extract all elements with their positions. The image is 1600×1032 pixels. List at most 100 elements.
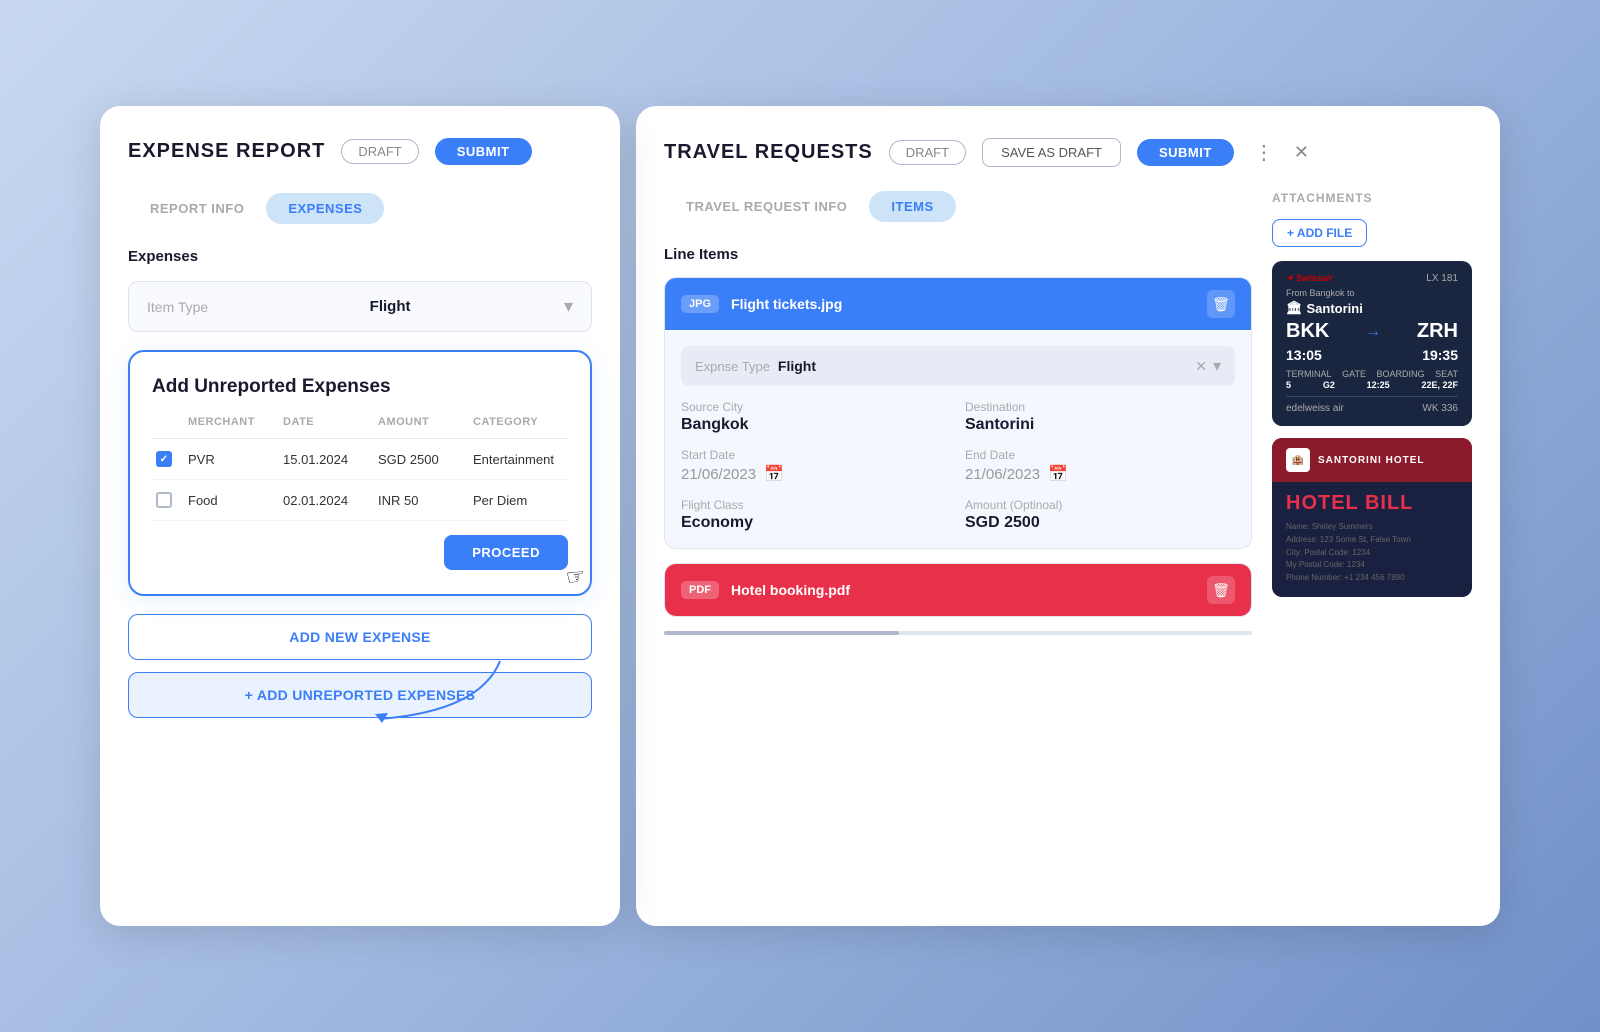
flight-line-item-card: JPG Flight tickets.jpg 🗑 Expnse Type Fli… <box>664 277 1252 549</box>
amount-value: SGD 2500 <box>965 514 1235 532</box>
end-date-label: End Date <box>965 448 1235 462</box>
row1-merchant: PVR <box>188 452 279 467</box>
terminal-value: 5 <box>1286 380 1291 390</box>
cursor-icon: ☞ <box>564 562 588 591</box>
start-date-value: 21/06/2023 <box>681 466 756 483</box>
attachments-title: ATTACHMENTS <box>1272 191 1472 205</box>
attachment-destination-icon: 🏛 <box>1286 300 1303 316</box>
col-date: DATE <box>283 416 374 428</box>
travel-requests-title: TRAVEL REQUESTS <box>664 141 873 164</box>
hotel-bill-attachment: 🏨 SANTORINI HOTEL HOTEL BILL Name: Shirl… <box>1272 438 1472 597</box>
start-date-calendar-icon[interactable]: 📅 <box>764 464 784 484</box>
save-as-draft-button[interactable]: SAVE AS DRAFT <box>982 138 1121 167</box>
chevron-down-icon: ▾ <box>564 296 573 317</box>
travel-tabs: TRAVEL REQUEST INFO ITEMS <box>664 191 1252 222</box>
hotel-line-2: Address: 123 Some St, False Town <box>1286 534 1458 547</box>
amount-label: Amount (Optinoal) <box>965 498 1235 512</box>
jpg-badge: JPG <box>681 295 719 313</box>
destination-value: Santorini <box>965 416 1235 434</box>
travel-draft-badge: DRAFT <box>889 140 966 165</box>
ticket-details: TERMINAL GATE BOARDING SEAT <box>1286 369 1458 379</box>
tab-items[interactable]: ITEMS <box>869 191 955 222</box>
expense-report-title: EXPENSE REPORT <box>128 140 325 163</box>
attachment-destination-text: Santorini <box>1307 301 1363 316</box>
tab-expenses[interactable]: EXPENSES <box>266 193 384 224</box>
proceed-button[interactable]: PROCEED <box>444 535 568 570</box>
row2-date: 02.01.2024 <box>283 493 374 508</box>
scroll-indicator <box>664 631 1252 635</box>
col-merchant: MERCHANT <box>188 416 279 428</box>
unreported-modal-title: Add Unreported Expenses <box>152 376 568 398</box>
item-type-select[interactable]: Item Type Flight ▾ <box>128 281 592 332</box>
hotel-delete-button[interactable]: 🗑 <box>1207 576 1235 604</box>
travel-requests-panel: TRAVEL REQUESTS DRAFT SAVE AS DRAFT SUBM… <box>636 106 1500 926</box>
hotel-line-5: Phone Number: +1 234 456 7890 <box>1286 572 1458 585</box>
source-city-label: Source City <box>681 400 951 414</box>
hotel-item-header: PDF Hotel booking.pdf 🗑 <box>665 564 1251 616</box>
row1-checkbox[interactable] <box>156 451 172 467</box>
close-button[interactable]: ✕ <box>1294 142 1309 163</box>
main-content-area: TRAVEL REQUEST INFO ITEMS Line Items JPG… <box>664 191 1252 635</box>
gate-value: G2 <box>1323 380 1335 390</box>
flight-delete-button[interactable]: 🗑 <box>1207 290 1235 318</box>
more-options-button[interactable]: ⋮ <box>1250 140 1278 165</box>
expense-type-value: Flight <box>778 358 1195 374</box>
expense-type-row: Expnse Type Flight ✕ ▾ <box>681 346 1235 386</box>
edelweiss-logo: edelweiss air <box>1286 403 1344 414</box>
gate-label: GATE <box>1342 369 1366 379</box>
end-date-field: End Date 21/06/2023 📅 <box>965 448 1235 484</box>
table-row: Food 02.01.2024 INR 50 Per Diem <box>152 480 568 521</box>
expense-tabs: REPORT INFO EXPENSES <box>128 193 592 224</box>
hotel-line-3: City: Postal Code: 1234 <box>1286 547 1458 560</box>
row2-category: Per Diem <box>473 493 564 508</box>
hotel-name: SANTORINI HOTEL <box>1318 455 1424 466</box>
ticket-airline-row: ✦ Swissair LX 181 <box>1286 273 1458 284</box>
boarding-value: 12:25 <box>1367 380 1390 390</box>
add-file-button[interactable]: + ADD FILE <box>1272 219 1367 247</box>
flight-fields-grid: Source City Bangkok Destination Santorin… <box>681 400 1235 532</box>
add-new-expense-button[interactable]: ADD NEW EXPENSE <box>128 614 592 660</box>
clear-expense-type-button[interactable]: ✕ <box>1195 358 1207 375</box>
right-content: TRAVEL REQUEST INFO ITEMS Line Items JPG… <box>664 191 1472 635</box>
flight-item-body: Expnse Type Flight ✕ ▾ Source City Bangk… <box>665 330 1251 548</box>
tab-travel-request-info[interactable]: TRAVEL REQUEST INFO <box>664 191 869 222</box>
hotel-bill-lines: Name: Shirley Summers Address: 123 Some … <box>1286 521 1458 585</box>
row2-amount: INR 50 <box>378 493 469 508</box>
tab-report-info[interactable]: REPORT INFO <box>128 193 266 224</box>
item-type-label: Item Type <box>147 299 208 315</box>
start-date-label: Start Date <box>681 448 951 462</box>
start-date-field: Start Date 21/06/2023 📅 <box>681 448 951 484</box>
ticket-arrow-icon: → <box>1365 323 1381 341</box>
edelweiss-row: edelweiss air WK 336 <box>1286 396 1458 414</box>
end-date-with-icon: 21/06/2023 📅 <box>965 464 1235 484</box>
row2-merchant: Food <box>188 493 279 508</box>
ticket-detail-values: 5 G2 12:25 22E, 22F <box>1286 380 1458 390</box>
expense-table-header: MERCHANT DATE AMOUNT CATEGORY <box>152 416 568 439</box>
end-date-calendar-icon[interactable]: 📅 <box>1048 464 1068 484</box>
travel-requests-header: TRAVEL REQUESTS DRAFT SAVE AS DRAFT SUBM… <box>664 138 1472 167</box>
expense-submit-button[interactable]: SUBMIT <box>435 138 532 165</box>
expense-report-panel: EXPENSE REPORT DRAFT SUBMIT REPORT INFO … <box>100 106 620 926</box>
ticket-from: BKK <box>1286 320 1329 343</box>
row1-amount: SGD 2500 <box>378 452 469 467</box>
hotel-file-name: Hotel booking.pdf <box>731 582 1195 598</box>
edelweiss-flight-num: WK 336 <box>1422 403 1458 414</box>
row2-checkbox[interactable] <box>156 492 172 508</box>
flight-number-1: LX 181 <box>1426 273 1458 284</box>
add-unreported-expenses-button[interactable]: + ADD UNREPORTED EXPENSES <box>128 672 592 718</box>
terminal-label: TERMINAL <box>1286 369 1332 379</box>
flight-class-value: Economy <box>681 514 951 532</box>
swissair-logo: ✦ Swissair <box>1286 273 1333 284</box>
line-items-title: Line Items <box>664 246 1252 263</box>
travel-submit-button[interactable]: SUBMIT <box>1137 139 1234 166</box>
flight-class-label: Flight Class <box>681 498 951 512</box>
hotel-line-1: Name: Shirley Summers <box>1286 521 1458 534</box>
row1-date: 15.01.2024 <box>283 452 374 467</box>
attachments-panel: ATTACHMENTS + ADD FILE ✦ Swissair LX 181… <box>1272 191 1472 635</box>
start-date-with-icon: 21/06/2023 📅 <box>681 464 951 484</box>
hotel-bill-header: 🏨 SANTORINI HOTEL <box>1272 438 1472 482</box>
destination-label: Destination <box>965 400 1235 414</box>
hotel-line-4: My Postal Code: 1234 <box>1286 559 1458 572</box>
arrival-time: 19:35 <box>1422 347 1458 363</box>
flight-file-name: Flight tickets.jpg <box>731 296 1195 312</box>
